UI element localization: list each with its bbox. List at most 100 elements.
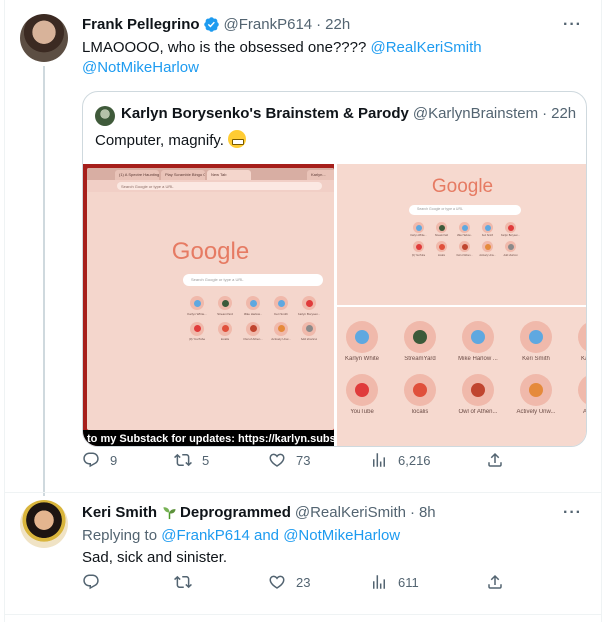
- shortcut-icon: [505, 222, 516, 233]
- tweet2-more-icon[interactable]: ···: [563, 504, 582, 522]
- share-button[interactable]: [486, 573, 504, 591]
- shortcut-favicon: [507, 243, 514, 250]
- shortcut-favicon: [413, 383, 427, 397]
- avatar-keri-smith[interactable]: [20, 500, 68, 548]
- like-button[interactable]: 73: [268, 451, 310, 469]
- tweet1-header: Frank Pellegrino @FrankP614 · 22h: [82, 16, 350, 33]
- shortcut-tile: Mike Harlow...: [239, 296, 267, 316]
- retweet-icon: [174, 575, 192, 589]
- tweet1-time[interactable]: 22h: [325, 16, 350, 33]
- tweet1-handle[interactable]: @FrankP614: [224, 16, 313, 33]
- shortcut-label: localis: [411, 409, 429, 415]
- shortcut-icon: [274, 296, 288, 310]
- views-button[interactable]: 6,216: [370, 451, 431, 469]
- mention-frankp614[interactable]: @FrankP614: [161, 527, 250, 544]
- tweet2-name-suffix[interactable]: Deprogrammed: [180, 504, 291, 521]
- quote-media[interactable]: (1) A Spectre Haunting... Play Scramble …: [83, 164, 587, 446]
- shortcut-favicon: [415, 224, 422, 231]
- shortcut-tile: Actively Unw...: [507, 374, 565, 415]
- shortcut-favicon: [249, 325, 257, 332]
- shortcut-favicon: [529, 383, 543, 397]
- shortcut-favicon: [471, 330, 485, 344]
- shortcut-tile: localis: [391, 374, 449, 415]
- browser-tab: Karlyn...: [307, 170, 334, 180]
- shortcut-favicon: [193, 325, 201, 332]
- quote-avatar: [95, 106, 115, 126]
- views-count: 611: [398, 574, 419, 590]
- shortcut-icon: [218, 296, 232, 310]
- seedling-icon: [162, 505, 177, 520]
- shortcut-tile: StreamYard: [211, 296, 239, 316]
- shortcut-favicon: [221, 299, 229, 307]
- shortcut-icon: [246, 296, 260, 310]
- shortcut-icon: [520, 321, 552, 353]
- retweet-button[interactable]: [174, 573, 202, 591]
- separator-dot: ·: [542, 105, 548, 122]
- shortcut-grid: Karlyn White... StreamYard Mike Harlow... K…: [183, 296, 323, 341]
- shortcut-label: Karlyn White...: [187, 311, 207, 316]
- shortcut-tile: YouTube: [337, 374, 391, 415]
- retweet-button[interactable]: 5: [174, 451, 209, 469]
- shortcut-favicon: [305, 299, 313, 307]
- shortcut-favicon: [484, 243, 491, 250]
- shortcut-label: Keri Smith: [481, 234, 494, 238]
- browser-tab-active: New Tab: [207, 170, 251, 180]
- shortcut-favicon: [305, 325, 313, 332]
- tweet2-time[interactable]: 8h: [419, 504, 436, 521]
- shortcut-icon: [505, 241, 516, 253]
- views-button[interactable]: 611: [370, 573, 419, 591]
- shortcut-icon: [462, 321, 494, 353]
- shortcut-label: Add shortcut: [503, 253, 518, 257]
- shortcut-label: (0) YouTube: [411, 253, 426, 257]
- shortcut-label: Mike Harlow ...: [458, 356, 498, 362]
- avatar-frank-pellegrino[interactable]: [20, 14, 68, 62]
- browser-url-field: Search Google or type a URL: [117, 182, 322, 190]
- mention-realkerismith[interactable]: @RealKeriSmith: [371, 39, 482, 56]
- shortcut-label: Owl of Athen...: [458, 409, 498, 415]
- shortcut-label: Actively Unw...: [516, 409, 556, 415]
- like-count: 23: [296, 574, 311, 590]
- media-image-google[interactable]: Google Search Google or type a URL Karly…: [337, 164, 586, 305]
- shortcut-tile: Karlyn White...: [407, 222, 430, 237]
- tweet1-more-icon[interactable]: ···: [563, 16, 582, 34]
- shortcut-icon: [459, 241, 470, 253]
- reply-count: 9: [110, 452, 118, 468]
- shortcut-label: YouTube: [350, 409, 374, 415]
- shortcut-label: localis: [220, 337, 230, 341]
- shortcut-icon: [190, 296, 204, 310]
- shortcut-icon: [413, 241, 424, 253]
- shortcut-icon: [413, 222, 424, 233]
- shortcut-favicon: [438, 243, 445, 250]
- shortcut-icon: [436, 222, 447, 233]
- reply-button[interactable]: 9: [82, 451, 117, 469]
- quoted-tweet-card[interactable]: Karlyn Borysenko's Brainstem & Parody @K…: [82, 91, 587, 447]
- shortcut-label: StreamYard: [217, 311, 233, 316]
- shortcut-label: Karlyn Borysen...: [297, 311, 321, 316]
- tweet1-display-name[interactable]: Frank Pellegrino: [82, 16, 200, 33]
- reply-button[interactable]: [82, 573, 110, 591]
- shortcut-tile: Actively Unw...: [476, 241, 499, 257]
- shortcut-tile: Actively Unw...: [267, 321, 295, 341]
- shortcut-tile: Add sho: [565, 374, 587, 415]
- shortcut-tile: Owl of Athen...: [453, 241, 476, 257]
- separator-dot: ·: [316, 16, 322, 33]
- browser-tab: (1) A Spectre Haunting...: [115, 170, 159, 180]
- share-button[interactable]: [486, 451, 504, 469]
- reply-icon: [83, 452, 99, 468]
- media-image-browser[interactable]: (1) A Spectre Haunting... Play Scramble …: [83, 164, 334, 446]
- shortcut-icon: [274, 321, 288, 336]
- shortcut-icon: [346, 374, 378, 406]
- mention-notmikeharlow[interactable]: @NotMikeHarlow: [283, 527, 400, 544]
- video-caption: to my Substack for updates: https://karl…: [83, 430, 334, 446]
- shortcut-favicon: [277, 325, 285, 332]
- like-button[interactable]: 23: [268, 573, 310, 591]
- replying-and: and: [254, 527, 280, 544]
- tweet1-text-body: LMAOOOO, who is the obsessed one????: [82, 39, 367, 56]
- shortcut-label: Add sho: [582, 409, 587, 415]
- tweet2-display-name[interactable]: Keri Smith: [82, 504, 157, 521]
- mention-notmikeharlow[interactable]: @NotMikeHarlow: [82, 59, 199, 76]
- media-image-shortcuts-zoom[interactable]: Karlyn White StreamYard Mike Harlow ... Ker…: [337, 307, 587, 446]
- tweet2-handle[interactable]: @RealKeriSmith: [295, 504, 406, 521]
- views-icon: [373, 575, 385, 589]
- shortcut-icon: [520, 374, 552, 406]
